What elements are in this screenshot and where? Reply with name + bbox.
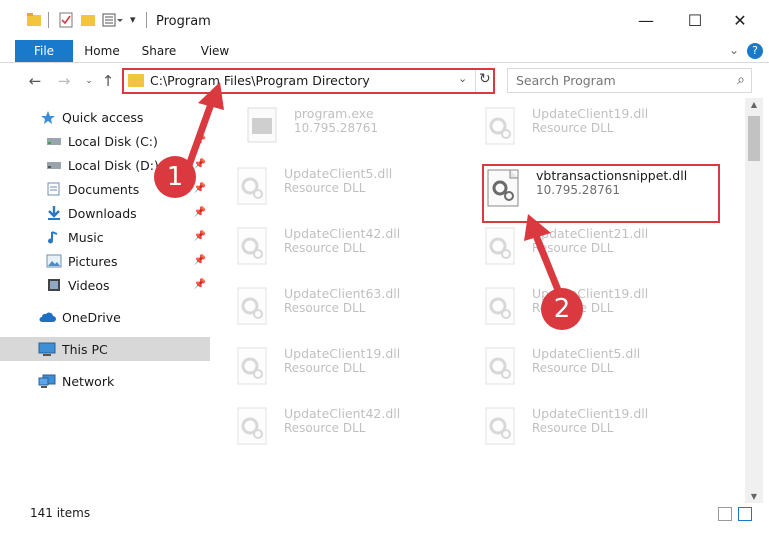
annotation-arrows: [184, 82, 564, 299]
arrow-1-head: [198, 82, 224, 110]
arrow-1-shaft: [184, 100, 215, 172]
arrow-2-shaft: [533, 234, 564, 299]
step-marker-1: 1: [154, 156, 196, 198]
arrow-2-head: [524, 214, 551, 241]
step-marker-2: 2: [541, 288, 583, 330]
